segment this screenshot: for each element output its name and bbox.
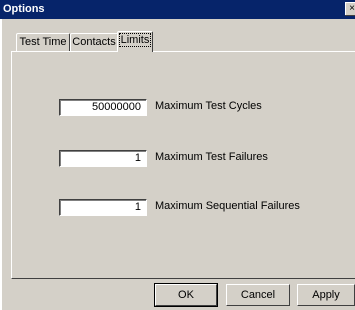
cancel-button[interactable]: Cancel [226,284,290,306]
window-title: Options [3,3,45,15]
apply-button[interactable]: Apply [297,284,355,306]
tab-label: Limits [118,33,152,47]
tab-label: Contacts [72,36,116,48]
max-sequential-failures-label: Maximum Sequential Failures [155,200,300,212]
tab-label: Test Time [19,36,67,48]
max-test-failures-input[interactable]: 1 [59,150,147,167]
tab-contacts[interactable]: Contacts [70,33,118,51]
ok-button[interactable]: OK [155,284,217,306]
max-sequential-failures-input[interactable]: 1 [59,199,147,216]
tab-limits[interactable]: Limits [117,31,153,52]
tab-test-time[interactable]: Test Time [16,33,70,51]
window-border [0,19,2,310]
max-test-failures-label: Maximum Test Failures [155,151,268,163]
title-bar: Options × [0,0,355,19]
max-test-cycles-label: Maximum Test Cycles [155,100,262,112]
close-icon[interactable]: × [345,2,355,16]
max-test-cycles-input[interactable]: 50000000 [59,99,147,116]
